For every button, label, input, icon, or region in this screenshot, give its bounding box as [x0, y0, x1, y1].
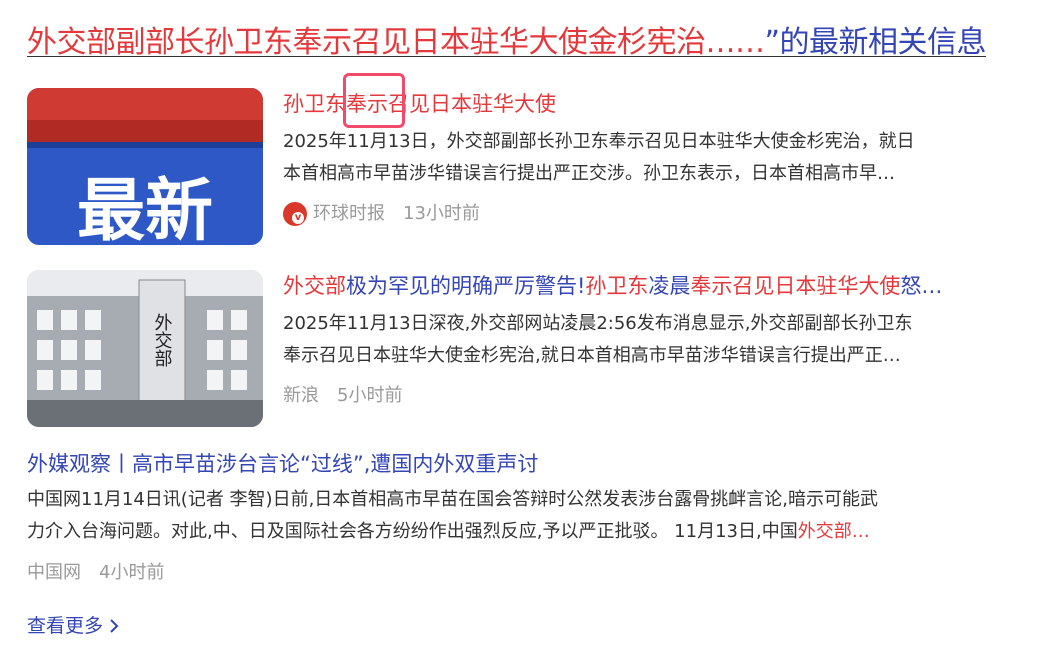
title-segment: 外交部	[283, 274, 346, 298]
title-segment: 极为罕见的明确严厉警告!	[346, 274, 586, 298]
result-1-snippet: 2025年11月13日，外交部副部长孙卫东奉示召见日本驻华大使金杉宪治，就日 本…	[283, 126, 1023, 190]
source-name[interactable]: 环球时报	[313, 203, 385, 224]
snippet-line: 2025年11月13日深夜,外交部网站凌晨2:56发布消息显示,外交部副部长孙卫…	[283, 313, 913, 334]
see-more-label: 查看更多	[27, 615, 104, 637]
snippet-line: 奉示召见日本驻华大使金杉宪治,就日本首相高市早苗涉华错误言行提出严正…	[283, 345, 901, 366]
header-title-red[interactable]: 外交部副部长孙卫东奉示召见日本驻华大使金杉宪治……	[27, 25, 765, 60]
result-3-snippet: 中国网11月14日讯(记者 李智)日前,日本首相高市早苗在国会答辩时公然发表涉台…	[27, 484, 1027, 548]
snippet-line: 力介入台海问题。对此,中、日及国际社会各方纷纷作出强烈反应,予以严正批驳。 11…	[27, 516, 1027, 548]
result-1-meta: v 环球时报 13小时前	[283, 202, 480, 226]
publish-time: 4小时前	[99, 562, 165, 583]
results-header-title[interactable]: 外交部副部长孙卫东奉示召见日本驻华大使金杉宪治……”的最新相关信息	[27, 22, 1027, 64]
snippet-line: 本首相高市早苗涉华错误言行提出严正交涉。孙卫东表示，日本首相高市早…	[283, 163, 895, 184]
header-title-blue[interactable]: ”的最新相关信息	[765, 25, 987, 60]
result-2-meta: 新浪 5小时前	[283, 384, 402, 408]
title-segment: 凌晨	[648, 274, 691, 298]
result-2-snippet: 2025年11月13日深夜,外交部网站凌晨2:56发布消息显示,外交部副部长孙卫…	[283, 308, 1023, 372]
result-2-thumbnail[interactable]: 外交部	[27, 270, 263, 427]
result-1-thumbnail[interactable]: 最新	[27, 88, 263, 245]
news-thumbnail-image: 最新	[27, 88, 263, 245]
thumb-sign-text: 外交部	[152, 313, 173, 367]
see-more-link[interactable]: 查看更多	[27, 613, 119, 639]
publish-time: 13小时前	[403, 203, 480, 224]
highlight-annotation-box	[343, 73, 405, 128]
source-name[interactable]: 新浪	[283, 385, 319, 406]
publish-time: 5小时前	[337, 385, 403, 406]
source-name[interactable]: 中国网	[27, 562, 81, 583]
snippet-highlight: 外交部…	[797, 521, 870, 542]
huanqiu-logo-icon: v	[283, 202, 307, 226]
snippet-line: 中国网11月14日讯(记者 李智)日前,日本首相高市早苗在国会答辩时公然发表涉台…	[27, 489, 879, 510]
chevron-right-icon	[110, 619, 119, 633]
result-2-title[interactable]: 外交部极为罕见的明确严厉警告!孙卫东凌晨奉示召见日本驻华大使怒…	[283, 271, 942, 301]
snippet-text: 力介入台海问题。对此,中、日及国际社会各方纷纷作出强烈反应,予以严正批驳。 11…	[27, 521, 798, 542]
title-segment: 怒…	[900, 274, 943, 298]
title-segment: 奉示召见日本驻华大使	[690, 274, 901, 298]
title-segment: 孙卫东	[585, 274, 649, 298]
thumb-text: 最新	[77, 172, 213, 245]
result-1-title[interactable]: 孙卫东奉示召见日本驻华大使	[283, 89, 556, 119]
result-3-title[interactable]: 外媒观察丨高市早苗涉台言论“过线”,遭国内外双重声讨	[27, 449, 538, 479]
result-3-meta: 中国网 4小时前	[27, 561, 164, 585]
building-photo-image: 外交部	[27, 270, 263, 427]
snippet-line: 2025年11月13日，外交部副部长孙卫东奉示召见日本驻华大使金杉宪治，就日	[283, 131, 915, 152]
